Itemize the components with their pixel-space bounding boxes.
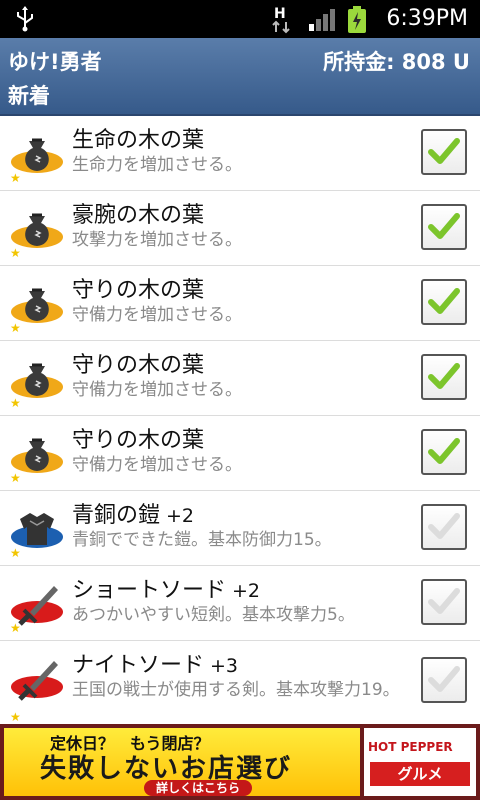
checkmark-icon <box>428 138 460 164</box>
item-checkbox[interactable] <box>421 279 467 325</box>
item-checkbox[interactable] <box>421 129 467 175</box>
item-checkbox[interactable] <box>421 504 467 550</box>
ad-details-button[interactable]: 詳しくはこちら <box>144 780 253 796</box>
title-bar: ゆけ!勇者 所持金: 808 U 新着 <box>0 38 480 116</box>
signal-strength-icon <box>309 9 335 31</box>
ad-main[interactable]: 定休日？ もう閉店？ 失敗しないお店選び 詳しくはこちら <box>4 728 360 796</box>
item-list: ★ 生命の木の葉 生命力を増加させる。 ★ 豪腕の木の葉 攻撃力を増加させる。 <box>0 116 480 724</box>
item-checkbox[interactable] <box>421 657 467 703</box>
list-item[interactable]: ★ ナイトソード +3 王国の戦士が使用する剣。基本攻撃力19。 <box>0 641 480 724</box>
rarity-star-icon: ★ <box>10 546 21 560</box>
screen-subtitle: 新着 <box>8 84 50 108</box>
item-name: 豪腕の木の葉 <box>72 203 205 228</box>
checkmark-icon <box>428 438 460 464</box>
list-item[interactable]: ★ 生命の木の葉 生命力を増加させる。 <box>0 116 480 191</box>
app-title: ゆけ!勇者 <box>8 50 102 74</box>
item-name: 守りの木の葉 <box>72 278 205 303</box>
item-description: あつかいやすい短剣。基本攻撃力5。 <box>72 605 355 625</box>
list-item[interactable]: ★ 豪腕の木の葉 攻撃力を増加させる。 <box>0 191 480 266</box>
checkmark-icon <box>428 588 460 614</box>
item-plus: +3 <box>210 655 239 677</box>
sword-icon <box>10 653 64 707</box>
item-description: 生命力を増加させる。 <box>72 155 242 175</box>
rarity-star-icon: ★ <box>10 321 21 335</box>
item-plus: +2 <box>232 580 261 602</box>
rarity-star-icon: ★ <box>10 471 21 485</box>
checkmark-icon <box>428 363 460 389</box>
item-name: 生命の木の葉 <box>72 128 205 153</box>
item-name: 守りの木の葉 <box>72 353 205 378</box>
item-name: ナイトソード +3 <box>72 653 239 678</box>
list-item[interactable]: ★ 守りの木の葉 守備力を増加させる。 <box>0 266 480 341</box>
item-checkbox[interactable] <box>421 429 467 475</box>
item-name: 守りの木の葉 <box>72 428 205 453</box>
item-plus: +2 <box>166 505 195 527</box>
usb-icon <box>17 6 33 32</box>
item-checkbox[interactable] <box>421 354 467 400</box>
ad-banner[interactable]: 定休日？ もう閉店？ 失敗しないお店選び 詳しくはこちら HOT PEPPER … <box>0 724 480 800</box>
checkmark-icon <box>428 666 460 692</box>
item-description: 守備力を増加させる。 <box>72 305 242 325</box>
list-item[interactable]: ★ 守りの木の葉 守備力を増加させる。 <box>0 416 480 491</box>
status-bar: H 6:39PM <box>0 0 480 38</box>
rarity-star-icon: ★ <box>10 396 21 410</box>
checkmark-icon <box>428 513 460 539</box>
ad-brand[interactable]: HOT PEPPER グルメ <box>364 728 476 796</box>
ad-brand-name: HOT PEPPER <box>368 740 453 754</box>
item-name: 青銅の鎧 +2 <box>72 503 195 528</box>
item-description: 青銅でできた鎧。基本防御力15。 <box>72 530 332 550</box>
rarity-star-icon: ★ <box>10 621 21 635</box>
rarity-star-icon: ★ <box>10 710 21 724</box>
checkmark-icon <box>428 288 460 314</box>
rarity-star-icon: ★ <box>10 246 21 260</box>
list-item[interactable]: ★ 青銅の鎧 +2 青銅でできた鎧。基本防御力15。 <box>0 491 480 566</box>
battery-charging-icon <box>348 6 366 33</box>
network-type-icon: H <box>268 6 304 34</box>
checkmark-icon <box>428 213 460 239</box>
money-display: 所持金: 808 U <box>323 50 470 74</box>
list-item[interactable]: ★ ショートソード +2 あつかいやすい短剣。基本攻撃力5。 <box>0 566 480 641</box>
item-description: 守備力を増加させる。 <box>72 455 242 475</box>
item-checkbox[interactable] <box>421 204 467 250</box>
list-item[interactable]: ★ 守りの木の葉 守備力を増加させる。 <box>0 341 480 416</box>
item-description: 王国の戦士が使用する剣。基本攻撃力19。 <box>72 680 400 700</box>
item-description: 攻撃力を増加させる。 <box>72 230 242 250</box>
item-name: ショートソード +2 <box>72 578 261 603</box>
item-checkbox[interactable] <box>421 579 467 625</box>
item-description: 守備力を増加させる。 <box>72 380 242 400</box>
clock: 6:39PM <box>386 6 468 31</box>
rarity-star-icon: ★ <box>10 171 21 185</box>
ad-brand-sub: グルメ <box>370 762 470 786</box>
